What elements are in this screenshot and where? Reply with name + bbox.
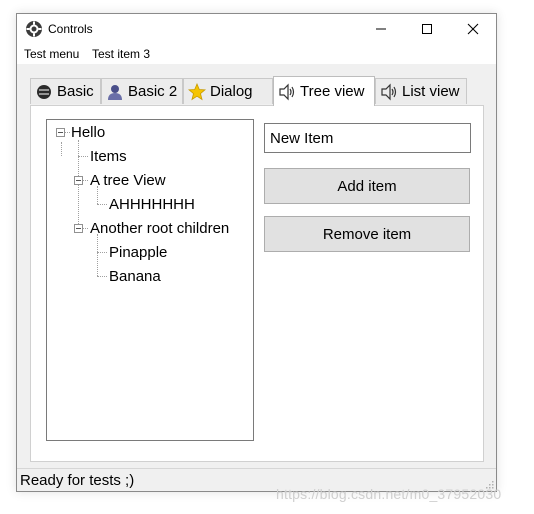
star-icon	[188, 82, 206, 100]
tree-node-banana[interactable]: Banana	[109, 268, 161, 285]
add-item-button[interactable]: Add item	[264, 168, 470, 204]
menu-test-menu[interactable]: Test menu	[24, 47, 79, 61]
title-bar[interactable]: Controls	[17, 14, 496, 44]
tab-tree-view[interactable]: Tree view	[273, 76, 375, 106]
tree-connector	[97, 204, 107, 206]
controls-window: Controls Test menu Test item 3 Basic Bas…	[16, 13, 497, 492]
tree-connector	[61, 142, 63, 156]
tree-connector	[97, 276, 107, 278]
tab-bar: Basic Basic 2 Dialog Tree view List view	[30, 76, 486, 106]
tab-panel-tree-view: Hello Items A tree View AHHHHHHH Another…	[30, 105, 484, 462]
menu-test-item-3[interactable]: Test item 3	[92, 47, 150, 61]
speaker-icon	[381, 83, 397, 100]
tree-node-pinapple[interactable]: Pinapple	[109, 244, 167, 261]
tree-connector	[83, 228, 88, 230]
tab-basic-2[interactable]: Basic 2	[101, 78, 183, 104]
tree-connector	[78, 156, 88, 158]
tree-connector	[97, 252, 107, 254]
tab-list-view[interactable]: List view	[375, 78, 467, 104]
user-icon	[108, 84, 122, 100]
collapse-toggle-a-tree-view[interactable]	[74, 176, 83, 185]
tree-node-items[interactable]: Items	[90, 148, 127, 165]
close-icon	[467, 23, 479, 35]
tree-node-ahhhhhhh[interactable]: AHHHHHHH	[109, 196, 195, 213]
status-text: Ready for tests ;)	[20, 472, 135, 489]
minimize-button[interactable]	[358, 14, 404, 44]
menu-bar: Test menu Test item 3	[17, 44, 496, 64]
speaker-icon	[279, 83, 295, 100]
database-icon	[37, 84, 51, 99]
tab-dialog-label: Dialog	[210, 83, 253, 100]
tab-basic-label: Basic	[57, 83, 94, 100]
maximize-icon	[422, 24, 432, 34]
tab-basic[interactable]: Basic	[30, 78, 101, 104]
tab-list-view-label: List view	[402, 83, 460, 100]
new-item-input[interactable]	[264, 123, 471, 153]
tab-tree-view-label: Tree view	[300, 83, 365, 100]
tree-connector	[83, 180, 88, 182]
tree-node-a-tree-view[interactable]: A tree View	[90, 172, 166, 189]
close-button[interactable]	[450, 14, 496, 44]
tree-node-hello[interactable]: Hello	[71, 124, 105, 141]
minimize-icon	[376, 28, 386, 30]
collapse-toggle-hello[interactable]	[56, 128, 65, 137]
maximize-button[interactable]	[404, 14, 450, 44]
remove-item-button[interactable]: Remove item	[264, 216, 470, 252]
tab-dialog[interactable]: Dialog	[183, 78, 273, 104]
tree-view[interactable]: Hello Items A tree View AHHHHHHH Another…	[46, 119, 254, 441]
add-item-label: Add item	[337, 177, 397, 195]
remove-item-label: Remove item	[322, 225, 412, 243]
window-title: Controls	[48, 22, 93, 36]
tree-node-another-root-children[interactable]: Another root children	[90, 220, 229, 237]
gear-icon	[26, 21, 42, 37]
tab-basic-2-label: Basic 2	[128, 83, 178, 100]
watermark: https://blog.csdn.net/m0_37952030	[276, 486, 502, 502]
tree-connector	[97, 234, 99, 276]
collapse-toggle-another-root-children[interactable]	[74, 224, 83, 233]
